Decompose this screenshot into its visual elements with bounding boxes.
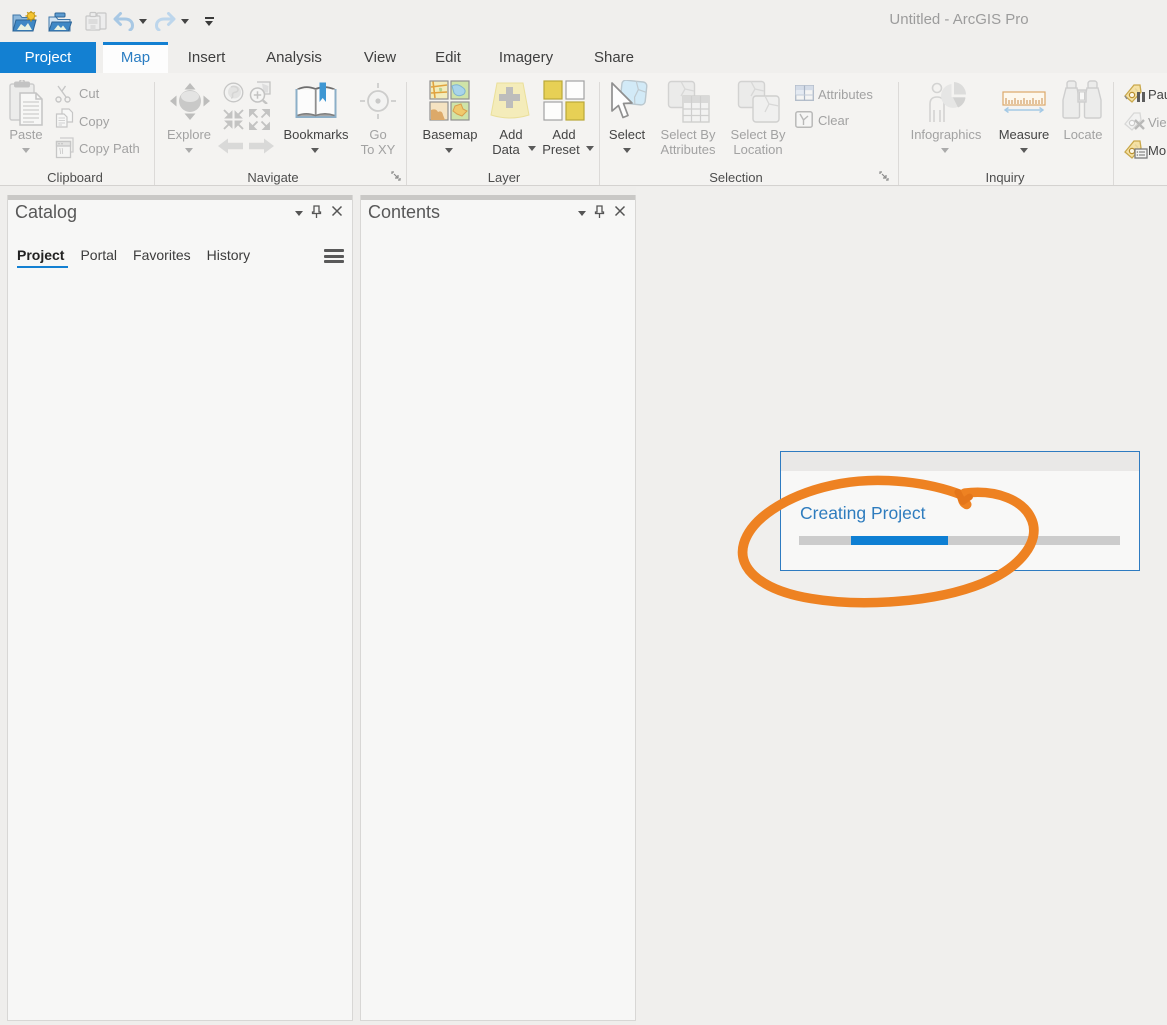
svg-text:\\: \\ — [59, 147, 63, 156]
